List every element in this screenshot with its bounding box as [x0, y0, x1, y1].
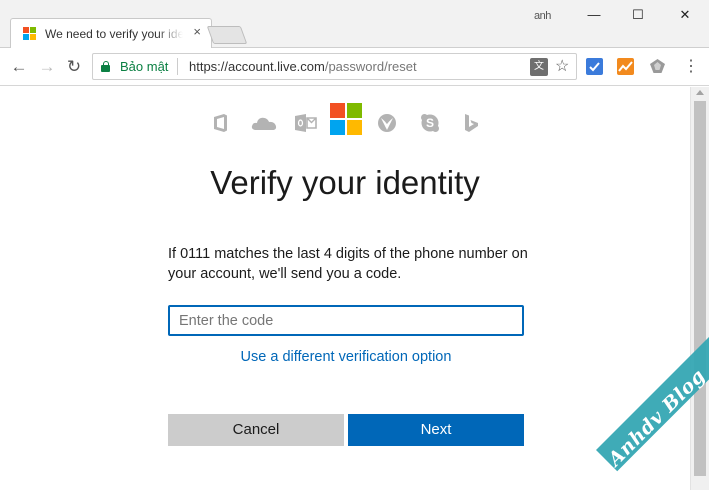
forward-button[interactable]: →	[36, 56, 58, 78]
address-bar[interactable]: Bảo mật https://account.live.com/passwor…	[92, 53, 577, 80]
bing-icon	[461, 113, 481, 133]
next-button[interactable]: Next	[348, 414, 524, 446]
skype-icon: S	[420, 113, 440, 133]
svg-text:S: S	[426, 116, 434, 130]
xbox-icon	[377, 113, 397, 133]
lock-icon[interactable]	[101, 61, 110, 72]
reload-button[interactable]: ↻	[63, 56, 85, 78]
url-domain: https://account.live.com	[189, 59, 325, 74]
page-title: Verify your identity	[210, 164, 480, 201]
verification-description: If 0111 matches the last 4 digits of the…	[168, 246, 528, 282]
orange-chart-extension-icon[interactable]	[617, 58, 634, 75]
office-icon	[211, 113, 231, 133]
translate-icon[interactable]: 文	[530, 58, 548, 76]
code-input[interactable]	[168, 305, 524, 336]
tab-close-icon[interactable]: ×	[193, 25, 201, 39]
different-verification-option-link[interactable]: Use a different verification option	[0, 349, 692, 365]
onedrive-icon	[250, 113, 278, 133]
url-path: /password/reset	[324, 59, 417, 74]
browser-title-bar: We need to verify your identity × anh — …	[0, 0, 709, 49]
tab-title: We need to verify your identity	[45, 27, 183, 41]
maximize-button[interactable]: ☐	[620, 4, 656, 26]
vertical-scrollbar[interactable]	[690, 87, 709, 490]
secure-label[interactable]: Bảo mật	[120, 59, 168, 74]
microsoft-favicon-icon	[23, 27, 37, 41]
scroll-thumb[interactable]	[694, 101, 706, 476]
browser-tab[interactable]: We need to verify your identity ×	[10, 18, 212, 49]
blue-checkmark-extension-icon[interactable]	[586, 58, 603, 75]
address-divider	[177, 58, 178, 75]
scroll-up-arrow-icon[interactable]	[696, 90, 704, 95]
gray-gem-extension-icon[interactable]	[649, 58, 666, 75]
cancel-button[interactable]: Cancel	[168, 414, 344, 446]
outlook-icon	[294, 113, 318, 133]
browser-menu-icon[interactable]: ⋮	[683, 56, 699, 78]
url-text[interactable]: https://account.live.com/password/reset	[189, 59, 417, 74]
browser-toolbar: ← → ↻ Bảo mật https://account.live.com/p…	[0, 48, 709, 86]
bookmark-star-icon[interactable]: ☆	[555, 56, 569, 76]
page-content: S Verify your identity If 0111 matches t…	[0, 87, 690, 490]
microsoft-app-icons: S	[0, 103, 690, 139]
close-window-button[interactable]: ✕	[667, 4, 703, 26]
minimize-button[interactable]: —	[576, 4, 612, 26]
profile-name[interactable]: anh	[534, 10, 551, 22]
new-tab-button[interactable]	[206, 26, 248, 44]
back-button[interactable]: ←	[8, 56, 30, 78]
microsoft-logo	[330, 103, 362, 135]
